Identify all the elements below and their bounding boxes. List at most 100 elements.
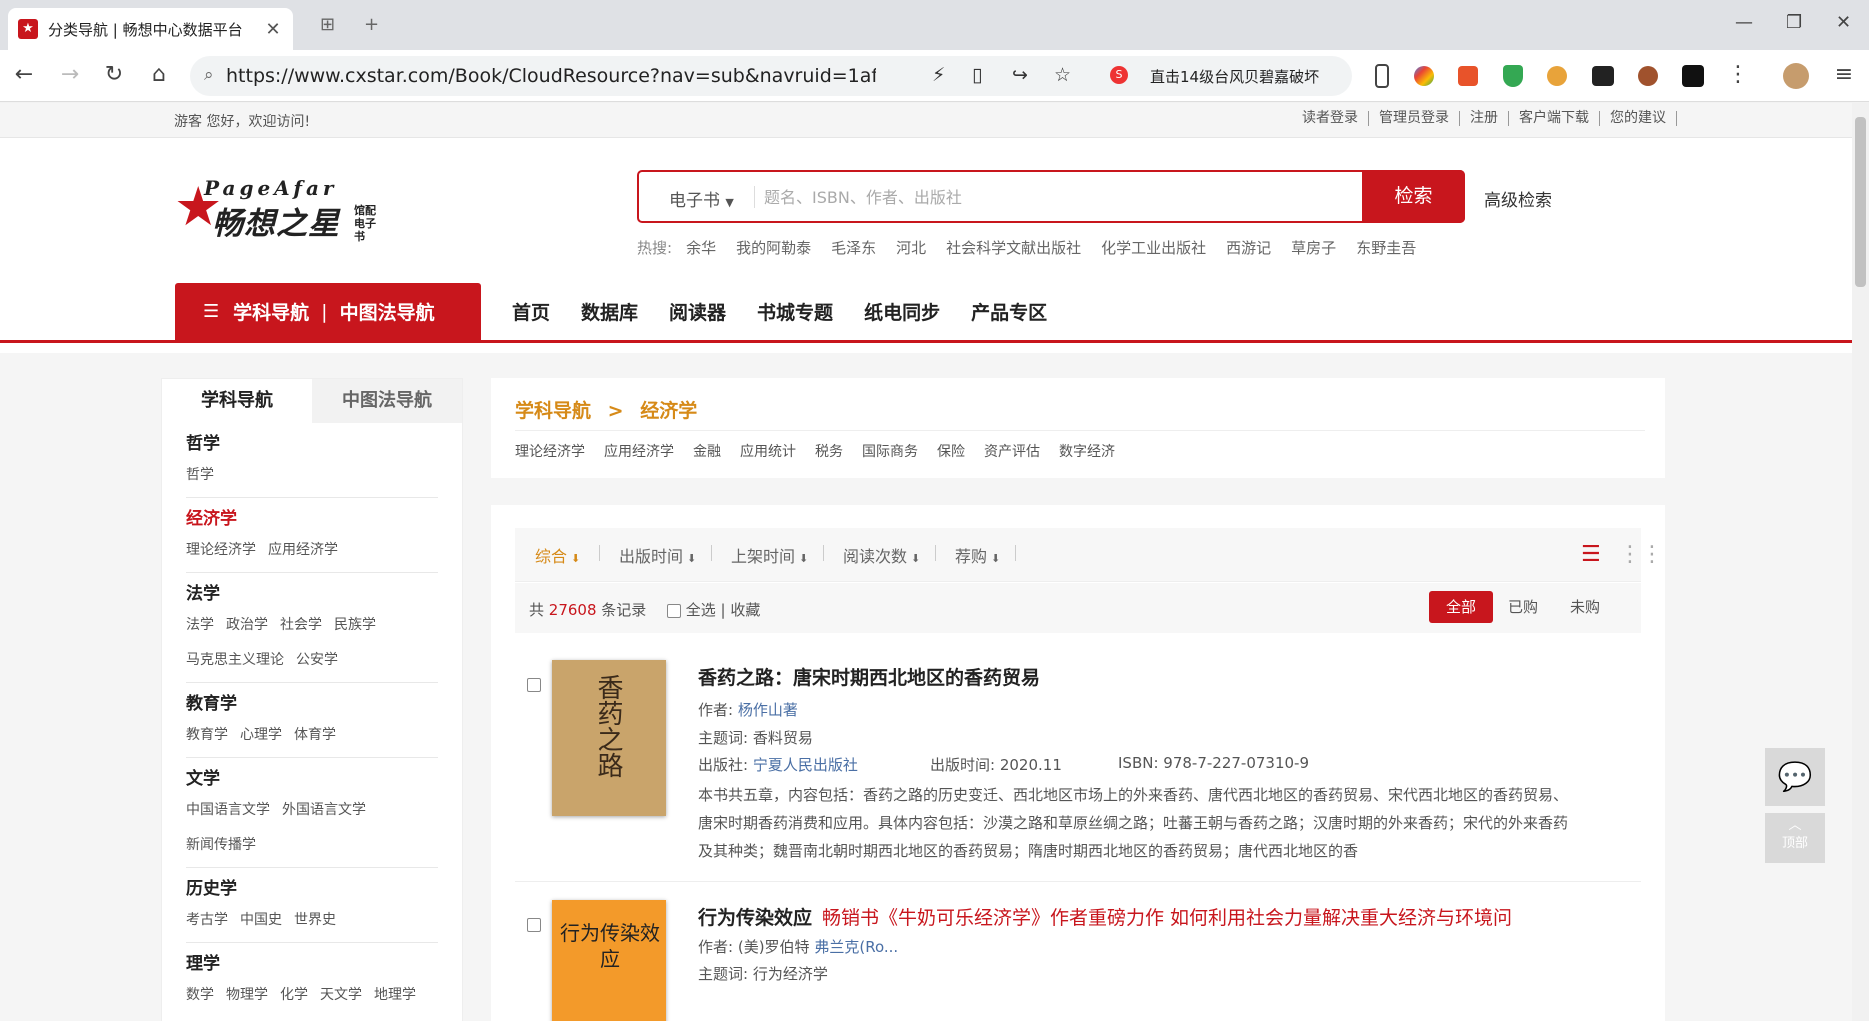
nav-home[interactable]: 首页 (512, 298, 550, 325)
category-heading[interactable]: 理学 (186, 950, 438, 978)
filter-unpurchased-button[interactable]: 未购 (1553, 591, 1617, 623)
book-checkbox[interactable] (527, 918, 541, 932)
lightning-icon[interactable]: ⚡ (932, 64, 945, 86)
tab-clc-nav[interactable]: 中图法导航 (312, 379, 462, 423)
sidebar-subcategory-link[interactable]: 心理学 (240, 727, 282, 743)
sidebar-subcategory-link[interactable]: 民族学 (334, 617, 376, 633)
forward-arrow-icon[interactable]: → (56, 62, 84, 87)
client-download-link[interactable]: 客户端下载 (1509, 111, 1600, 126)
news-ticker[interactable]: 直击14级台风贝碧嘉破坏 (1150, 66, 1319, 87)
sidebar-subcategory-link[interactable]: 中国史 (240, 912, 282, 928)
hot-item[interactable]: 化学工业出版社 (1101, 237, 1206, 258)
sidebar-subcategory-link[interactable]: 外国语言文学 (282, 802, 366, 818)
category-heading[interactable]: 法学 (186, 580, 438, 608)
hot-item[interactable]: 东野圭吾 (1356, 237, 1416, 258)
tab-grid-icon[interactable]: ⊞ (320, 14, 335, 35)
hot-item[interactable]: 草房子 (1291, 237, 1336, 258)
subcategory-link[interactable]: 保险 (937, 441, 965, 461)
hot-item[interactable]: 西游记 (1226, 237, 1271, 258)
sidebar-subcategory-link[interactable]: 理论经济学 (186, 542, 256, 558)
search-input[interactable] (764, 183, 1264, 211)
author-link[interactable]: 弗兰克(Ro... (814, 938, 898, 956)
restore-button[interactable]: ❐ (1786, 12, 1802, 33)
sidebar-subcategory-link[interactable]: 数学 (186, 987, 214, 1003)
breadcrumb-root[interactable]: 学科导航 (515, 400, 591, 422)
category-nav-button[interactable]: ☰ 学科导航 | 中图法导航 (175, 283, 481, 340)
subcategory-link[interactable]: 数字经济 (1059, 441, 1115, 461)
category-heading[interactable]: 经济学 (186, 505, 438, 533)
browser-tab[interactable]: ★ 分类导航 | 畅想中心数据平台 ✕ (8, 8, 293, 50)
site-logo[interactable]: ★ PageAfar 畅想之星 馆配电子书 (174, 176, 386, 243)
sidebar-subcategory-link[interactable]: 新闻传播学 (186, 837, 256, 853)
back-to-top-button[interactable]: ︿ 顶部 (1765, 813, 1825, 863)
subcategory-link[interactable]: 理论经济学 (515, 441, 585, 461)
cookie-icon[interactable] (1547, 66, 1567, 86)
share-icon[interactable]: ↪ (1012, 64, 1028, 86)
book-checkbox[interactable] (527, 678, 541, 692)
signature-extension-icon[interactable] (1682, 65, 1704, 87)
address-bar[interactable]: ⌕ https://www.cxstar.com/Book/CloudResou… (190, 56, 1352, 96)
close-tab-icon[interactable]: ✕ (263, 19, 283, 40)
sort-pubdate[interactable]: 出版时间 ⬇ (619, 543, 696, 567)
hot-item[interactable]: 余华 (686, 237, 716, 258)
new-tab-button[interactable]: + (364, 14, 379, 35)
nav-sync[interactable]: 纸电同步 (864, 298, 940, 325)
hot-item[interactable]: 我的阿勒泰 (736, 237, 811, 258)
subcategory-link[interactable]: 应用经济学 (604, 441, 674, 461)
back-arrow-icon[interactable]: ← (10, 62, 38, 87)
hot-item[interactable]: 河北 (896, 237, 926, 258)
book-cover[interactable]: 行为传染效应 (552, 900, 666, 1021)
sidebar-subcategory-link[interactable]: 化学 (280, 987, 308, 1003)
sort-default[interactable]: 综合 ⬇ (535, 543, 580, 567)
subcategory-link[interactable]: 应用统计 (740, 441, 796, 461)
hot-item[interactable]: 社会科学文献出版社 (946, 237, 1081, 258)
page-scrollbar[interactable] (1852, 103, 1869, 1021)
reader-mode-icon[interactable]: ▯ (972, 64, 982, 86)
bookmark-star-icon[interactable]: ☆ (1054, 64, 1071, 86)
wechat-button[interactable]: 💬 (1765, 748, 1825, 806)
book-title[interactable]: 香药之路：唐宋时期西北地区的香药贸易 (698, 663, 1040, 690)
tab-subject-nav[interactable]: 学科导航 (162, 379, 312, 423)
shield-icon[interactable] (1503, 65, 1523, 87)
author-link[interactable]: 杨作山著 (738, 701, 798, 719)
sidebar-subcategory-link[interactable]: 地理学 (374, 987, 416, 1003)
sidebar-subcategory-link[interactable]: 应用经济学 (268, 542, 338, 558)
pdf-extension-icon[interactable] (1458, 66, 1478, 86)
url-text[interactable]: https://www.cxstar.com/Book/CloudResourc… (226, 65, 876, 87)
category-heading[interactable]: 哲学 (186, 430, 438, 458)
close-window-button[interactable]: ✕ (1836, 12, 1851, 33)
avatar[interactable] (1783, 63, 1809, 89)
admin-login-link[interactable]: 管理员登录 (1369, 111, 1460, 126)
category-heading[interactable]: 教育学 (186, 690, 438, 718)
sidebar-subcategory-link[interactable]: 天文学 (320, 987, 362, 1003)
search-button[interactable]: 检索 (1362, 170, 1465, 223)
phone-icon[interactable] (1375, 64, 1389, 88)
nav-topics[interactable]: 书城专题 (757, 298, 833, 325)
filter-purchased-button[interactable]: 已购 (1491, 591, 1555, 623)
subcategory-link[interactable]: 资产评估 (984, 441, 1040, 461)
sidebar-subcategory-link[interactable]: 考古学 (186, 912, 228, 928)
advanced-search-link[interactable]: 高级检索 (1484, 186, 1552, 211)
register-link[interactable]: 注册 (1460, 111, 1509, 126)
reader-login-link[interactable]: 读者登录 (1292, 111, 1369, 126)
subcategory-link[interactable]: 金融 (693, 441, 721, 461)
home-icon[interactable]: ⌂ (145, 62, 173, 87)
minimize-button[interactable]: — (1735, 12, 1753, 33)
sidebar-subcategory-link[interactable]: 中国语言文学 (186, 802, 270, 818)
sidebar-subcategory-link[interactable]: 哲学 (186, 467, 214, 483)
subcategory-link[interactable]: 税务 (815, 441, 843, 461)
more-vertical-icon[interactable]: ⋮ (1724, 62, 1752, 87)
book-title[interactable]: 行为传染效应 畅销书《牛奶可乐经济学》作者重磅力作 如何利用社会力量解决重大经济与… (698, 903, 1512, 930)
sort-shelfdate[interactable]: 上架时间 ⬇ (731, 543, 808, 567)
search-type-select[interactable]: 电子书 ▼ (669, 186, 734, 211)
glasses-extension-icon[interactable] (1592, 66, 1614, 86)
nav-database[interactable]: 数据库 (581, 298, 638, 325)
category-heading[interactable]: 历史学 (186, 875, 438, 903)
feedback-link[interactable]: 您的建议 (1600, 111, 1677, 126)
select-all-checkbox[interactable] (667, 603, 681, 618)
filter-all-button[interactable]: 全部 (1429, 591, 1493, 623)
sidebar-subcategory-link[interactable]: 政治学 (226, 617, 268, 633)
reload-icon[interactable]: ↻ (100, 62, 128, 87)
sort-recommend[interactable]: 荐购 ⬇ (955, 543, 1000, 567)
subcategory-link[interactable]: 国际商务 (862, 441, 918, 461)
